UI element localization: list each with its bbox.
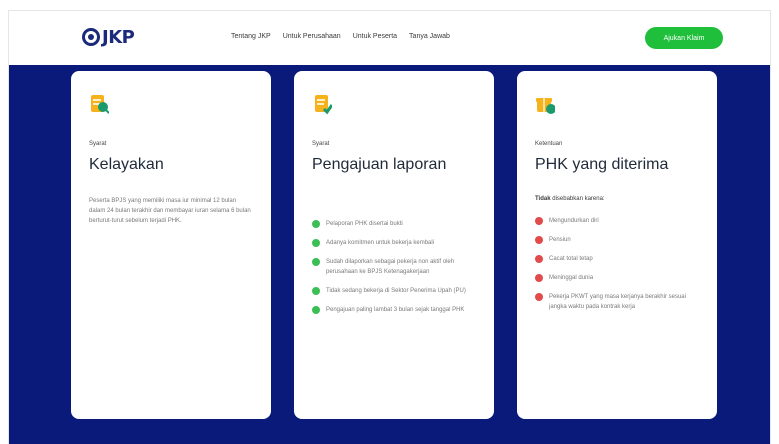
list-item: Pekerja PKWT yang masa kerjanya berakhir…	[535, 292, 705, 312]
list-item-text: Pengajuan paling lambat 3 bulan sejak ta…	[326, 307, 465, 313]
list-item-text: Mengundurkan diri	[549, 218, 599, 224]
card-pengajuan-laporan: Syarat Pengajuan laporan Pelaporan PHK d…	[294, 71, 494, 419]
card-title: PHK yang diterima	[535, 156, 669, 173]
document-check-icon	[315, 95, 332, 115]
cross-icon	[535, 293, 543, 301]
card-phk-yang-diterima: Ketentuan PHK yang diterima Tidak diseba…	[517, 71, 717, 419]
list-item-text: Pelaporan PHK disertai bukti	[326, 221, 403, 227]
note-rest: disebabkan karena:	[550, 196, 605, 202]
list-item-text: Sudah dilaporkan sebagai pekerja non akt…	[326, 259, 455, 275]
nav-link-untuk-peserta[interactable]: Untuk Peserta	[353, 33, 397, 40]
card-body: Peserta BPJS yang memiliki masa iur mini…	[89, 198, 251, 224]
list-item-text: Meninggal dunia	[549, 275, 594, 281]
card-kicker: Syarat	[89, 141, 107, 147]
requirements-list: Pelaporan PHK disertai bukti Adanya komi…	[312, 219, 482, 324]
cross-icon	[535, 236, 543, 244]
page-frame: JKP Tentang JKP Untuk Perusahaan Untuk P…	[0, 0, 779, 444]
list-item: Tidak sedang bekerja di Sektor Penerima …	[312, 286, 482, 296]
list-item-text: Pensiun	[549, 237, 571, 243]
cross-icon	[535, 274, 543, 282]
conditions-note: Tidak disebabkan karena:	[535, 196, 705, 202]
primary-nav: Tentang JKP Untuk Perusahaan Untuk Peser…	[231, 33, 450, 40]
nav-link-tanya-jawab[interactable]: Tanya Jawab	[409, 33, 450, 40]
gift-box-icon	[536, 98, 555, 114]
cross-icon	[535, 217, 543, 225]
nav-link-untuk-perusahaan[interactable]: Untuk Perusahaan	[283, 33, 341, 40]
cross-icon	[535, 255, 543, 263]
ajukan-klaim-button[interactable]: Ajukan Klaim	[645, 27, 723, 49]
list-item: Sudah dilaporkan sebagai pekerja non akt…	[312, 257, 482, 277]
card-title: Kelayakan	[89, 156, 164, 173]
list-item-text: Tidak sedang bekerja di Sektor Penerima …	[326, 288, 466, 294]
nav-link-tentang-jkp[interactable]: Tentang JKP	[231, 33, 271, 40]
check-icon	[312, 239, 320, 247]
document-search-icon	[91, 95, 109, 114]
check-icon	[312, 258, 320, 266]
check-icon	[312, 220, 320, 228]
list-item: Pelaporan PHK disertai bukti	[312, 219, 482, 229]
jkp-logo-text: JKP	[102, 26, 135, 48]
card-kelayakan: Syarat Kelayakan Peserta BPJS yang memil…	[71, 71, 271, 419]
list-item: Adanya komitmen untuk bekerja kembali	[312, 238, 482, 248]
card-title: Pengajuan laporan	[312, 156, 447, 173]
card-kicker: Ketentuan	[535, 141, 563, 147]
note-bold: Tidak	[535, 196, 551, 202]
check-icon	[312, 287, 320, 295]
list-item: Cacat total tetap	[535, 254, 705, 264]
jkp-logo[interactable]: JKP	[82, 24, 135, 50]
list-item-text: Adanya komitmen untuk bekerja kembali	[326, 240, 435, 246]
list-item: Pensiun	[535, 235, 705, 245]
jkp-logo-mark-icon	[82, 28, 100, 46]
top-navbar: JKP Tentang JKP Untuk Perusahaan Untuk P…	[8, 10, 771, 65]
list-item: Meninggal dunia	[535, 273, 705, 283]
list-item: Pengajuan paling lambat 3 bulan sejak ta…	[312, 305, 482, 315]
list-item: Mengundurkan diri	[535, 216, 705, 226]
check-icon	[312, 306, 320, 314]
card-kicker: Syarat	[312, 141, 330, 147]
list-item-text: Pekerja PKWT yang masa kerjanya berakhir…	[549, 294, 686, 310]
exclusions-list: Mengundurkan diri Pensiun Cacat total te…	[535, 216, 705, 321]
list-item-text: Cacat total tetap	[549, 256, 593, 262]
